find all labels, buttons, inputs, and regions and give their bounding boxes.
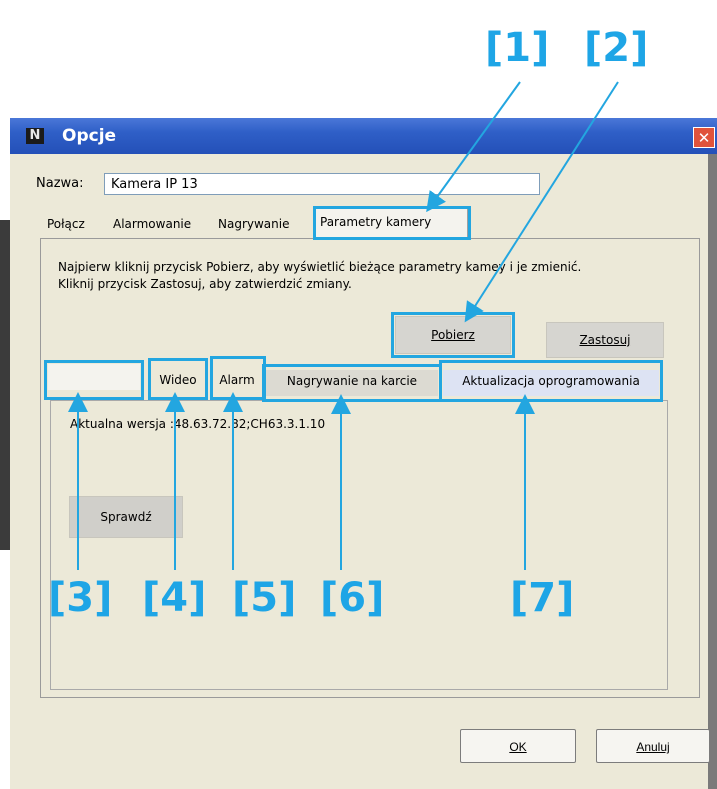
marker-6: [6] (320, 575, 385, 621)
arrow-2 (464, 81, 619, 323)
marker-3: [3] (48, 575, 113, 621)
annotation-arrows (68, 81, 619, 570)
arrow-1 (426, 81, 521, 213)
marker-1: [1] (485, 25, 550, 71)
marker-7: [7] (510, 575, 575, 621)
marker-2: [2] (584, 25, 649, 71)
marker-5: [5] (232, 575, 297, 621)
marker-4: [4] (142, 575, 207, 621)
